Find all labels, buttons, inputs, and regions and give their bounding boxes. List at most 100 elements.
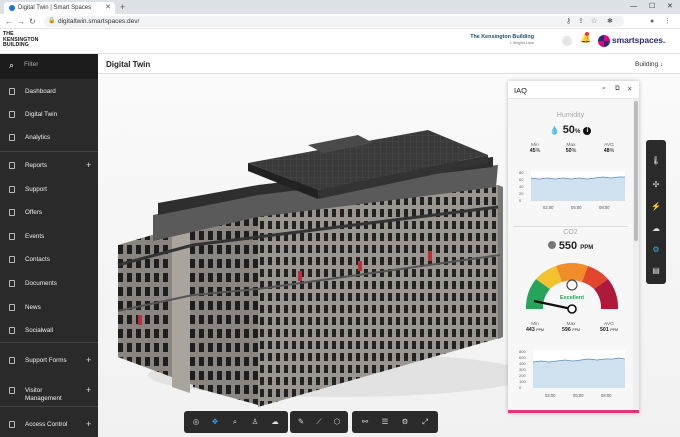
sidebar-item-digital-twin[interactable]: Digital Twin <box>0 106 98 124</box>
building-selector[interactable]: Building ↓ <box>635 61 663 68</box>
notifications-bell-icon[interactable]: 🔔 <box>580 32 591 44</box>
scrollbar-thumb[interactable] <box>634 101 638 241</box>
sidebar-filter[interactable]: ⌕ Filter <box>0 54 98 79</box>
y-tick: 400 <box>519 361 526 366</box>
iaq-scrollbar[interactable] <box>633 99 639 411</box>
extensions-icon[interactable]: ✱ <box>607 14 613 29</box>
person-icon[interactable]: ♙ <box>246 411 264 433</box>
sidebar-item-label: Documents <box>25 280 57 287</box>
browser-tab[interactable]: Digital Twin | Smart Spaces ✕ <box>4 2 115 14</box>
co2-number: 550 <box>558 240 578 252</box>
y-tick: 100 <box>519 379 526 384</box>
stat-unit: % <box>571 148 577 154</box>
x-tick: 05:00 <box>573 393 584 398</box>
co2-avg: AVG 501 PPM <box>594 322 624 333</box>
fan-icon[interactable]: ✣ <box>646 176 666 194</box>
sidebar-item-support[interactable]: Support <box>0 181 98 199</box>
sidebar-item-support-forms[interactable]: Support Forms + <box>0 352 98 370</box>
fly-icon[interactable]: ☁ <box>266 411 284 433</box>
sidebar-item-analytics[interactable]: Analytics <box>0 129 98 147</box>
sidebar-item-offers[interactable]: Offers <box>0 204 98 222</box>
zoom-icon[interactable]: ⌕ <box>602 85 606 93</box>
properties-icon[interactable]: ☰ <box>376 411 394 433</box>
y-tick: 300 <box>519 367 526 372</box>
browser-tab-title: Digital Twin | Smart Spaces <box>18 5 92 11</box>
dashboard-icon <box>9 88 15 95</box>
sidebar-item-label: Offers <box>25 209 43 216</box>
view-toolbar: ◎ ✥ ⌕ ♙ ☁ <box>184 411 288 433</box>
sidebar-item-socialwall[interactable]: Socialwall <box>0 322 98 340</box>
stat-unit: PPM <box>610 328 619 332</box>
close-icon[interactable]: ✕ <box>627 85 632 93</box>
maximize-icon[interactable]: ☐ <box>649 0 655 14</box>
sidebar-item-visitor-management[interactable]: Visitor Management + <box>0 382 98 408</box>
stat-unit: PPM <box>572 328 581 332</box>
sidebar-item-dashboard[interactable]: Dashboard <box>0 83 98 101</box>
settings-icon[interactable]: ⚙ <box>396 411 414 433</box>
document-icon[interactable]: ▤ <box>646 262 666 280</box>
logo-line: BUILDING <box>3 42 29 49</box>
y-tick: 800 <box>519 349 526 354</box>
back-icon[interactable]: ← <box>5 14 13 29</box>
co2-unit: PPM <box>580 245 594 251</box>
zoom-icon[interactable]: ⌕ <box>226 411 244 433</box>
select-icon[interactable]: ✥ <box>206 411 224 433</box>
menu-icon[interactable]: ⋮ <box>664 14 671 29</box>
address-bar[interactable]: 🔒 digitaltwin.smartspaces.dev/ <box>44 16 624 27</box>
measure-icon[interactable]: ✎ <box>292 411 310 433</box>
humidity-min: Min 45% <box>520 143 550 154</box>
divider <box>513 226 628 227</box>
expand-plus-icon[interactable]: + <box>86 355 91 365</box>
popout-icon[interactable]: ⧉ <box>615 85 620 93</box>
key-icon[interactable]: ⚷ <box>566 14 571 29</box>
model-tree-icon[interactable]: ⚯ <box>356 411 374 433</box>
kensington-logo[interactable]: THE KENSINGTON BUILDING <box>3 31 39 49</box>
sidebar-item-reports[interactable]: Reports + <box>0 157 98 175</box>
expand-plus-icon[interactable]: + <box>86 385 91 395</box>
pen-icon[interactable]: ⟋ <box>310 411 328 433</box>
thermometer-icon[interactable]: 🌡 <box>646 152 666 170</box>
cloud-icon[interactable]: ☁ <box>646 220 666 238</box>
sidebar-item-access-control[interactable]: Access Control + <box>0 416 98 434</box>
sidebar-item-contacts[interactable]: Contacts <box>0 251 98 269</box>
section-icon[interactable]: ⬡ <box>328 411 346 433</box>
co2-value: 550 PPM <box>508 240 633 252</box>
star-icon[interactable]: ☆ <box>591 14 597 29</box>
share-icon[interactable]: ⇪ <box>578 14 584 29</box>
reload-icon[interactable]: ↻ <box>29 14 36 29</box>
orbit-icon[interactable]: ◎ <box>187 411 205 433</box>
fullscreen-icon[interactable]: ⤢ <box>416 411 434 433</box>
news-icon <box>9 304 15 311</box>
filter-input[interactable]: Filter <box>24 61 38 68</box>
y-tick: 60 <box>519 177 524 182</box>
y-tick: 80 <box>519 170 524 175</box>
close-tab-icon[interactable]: ✕ <box>105 2 111 14</box>
sidebar-item-label: Analytics <box>25 134 51 141</box>
profile-icon[interactable]: ● <box>650 14 654 29</box>
sidebar-item-news[interactable]: News <box>0 299 98 317</box>
expand-plus-icon[interactable]: + <box>86 160 91 170</box>
browser-toolbar: ← → ↻ 🔒 digitaltwin.smartspaces.dev/ ⚷ ⇪… <box>0 14 680 29</box>
energy-icon[interactable]: ⚡ <box>646 198 666 216</box>
search-icon: ⌕ <box>9 60 15 70</box>
edit-toolbar: ✎ ⟋ ⬡ <box>290 411 348 433</box>
page-title: Digital Twin <box>106 60 151 69</box>
humidity-chart: 80 60 40 20 0 02:00 05:00 08:00 <box>519 170 625 210</box>
visitor-management-icon <box>9 387 15 394</box>
support-forms-icon <box>9 357 15 364</box>
expand-plus-icon[interactable]: + <box>86 419 91 429</box>
new-tab-button[interactable]: + <box>120 1 125 13</box>
user-avatar[interactable] <box>562 36 572 46</box>
sidebar-item-documents[interactable]: Documents <box>0 275 98 293</box>
info-icon[interactable]: i <box>583 127 592 135</box>
gear-icon[interactable]: ⚙ <box>646 241 666 259</box>
minimize-icon[interactable]: — <box>630 0 637 14</box>
stat-value: 501 <box>599 327 609 333</box>
window-close-icon[interactable]: ✕ <box>667 0 673 14</box>
humidity-avg: AVG 48% <box>594 143 624 154</box>
sidebar-item-events[interactable]: Events <box>0 228 98 246</box>
forward-icon[interactable]: → <box>17 14 25 29</box>
iaq-footer-accent <box>508 410 639 413</box>
sidebar-item-label: Contacts <box>25 256 50 263</box>
support-icon <box>9 186 15 193</box>
